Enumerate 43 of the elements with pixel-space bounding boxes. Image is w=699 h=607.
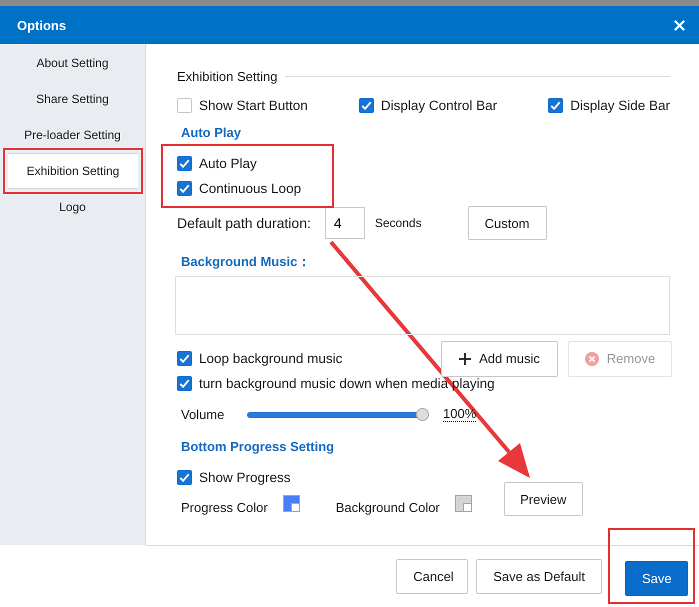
checkbox[interactable]: [177, 470, 192, 485]
checkbox[interactable]: [177, 376, 192, 391]
color-label: Background Color: [336, 500, 440, 514]
color-label: Progress Color: [181, 500, 268, 514]
sidebar-item[interactable]: Pre-loader Setting: [0, 117, 145, 153]
checkbox-option[interactable]: Show Progress: [177, 470, 291, 485]
checkbox-option[interactable]: Auto Play: [177, 156, 257, 171]
custom-button[interactable]: Custom: [468, 206, 547, 240]
checkbox-option[interactable]: Loop background music: [177, 351, 342, 366]
checkbox-option[interactable]: Display Control Bar: [358, 93, 498, 117]
checkbox[interactable]: [177, 351, 192, 366]
volume-slider[interactable]: [247, 408, 429, 420]
volume-reading: 100%: [443, 406, 476, 422]
volume-label: Volume: [181, 406, 226, 422]
section-heading: Bottom Progress Setting: [181, 439, 336, 456]
checkbox[interactable]: [358, 98, 374, 112]
sidebar-item[interactable]: Logo: [0, 189, 145, 225]
section-title: Exhibition Setting: [177, 68, 278, 84]
color-picker[interactable]: [282, 494, 300, 512]
checkbox[interactable]: [177, 181, 192, 196]
unit-label: Seconds: [374, 216, 422, 230]
window-title: Options: [17, 18, 66, 32]
duration-label: Default path duration:: [177, 215, 311, 231]
checkbox[interactable]: [548, 98, 564, 112]
checkbox-option[interactable]: turn background music down when media playing: [177, 376, 495, 391]
footer-button[interactable]: Save as Default: [476, 559, 602, 594]
save-button[interactable]: Save: [625, 561, 688, 596]
remove-icon: [584, 352, 599, 366]
sidebar-item[interactable]: Share Setting: [0, 81, 145, 117]
plus-icon: [459, 352, 472, 364]
section-heading: Auto Play: [181, 125, 242, 142]
preview-button[interactable]: Preview: [504, 482, 583, 516]
checkbox[interactable]: [177, 156, 192, 171]
sidebar-item[interactable]: About Setting: [0, 45, 145, 81]
footer-button[interactable]: Cancel: [396, 559, 468, 594]
close-icon[interactable]: [673, 18, 686, 32]
add-music-button[interactable]: Add music: [441, 340, 558, 376]
checkbox-option[interactable]: Show Start Button: [177, 93, 308, 117]
color-picker[interactable]: [454, 494, 472, 512]
checkbox-option[interactable]: Continuous Loop: [177, 181, 302, 196]
section-heading: Background Music：: [181, 253, 312, 271]
duration-input[interactable]: 4: [324, 207, 365, 239]
checkbox-option[interactable]: Display Side Bar: [548, 93, 670, 117]
